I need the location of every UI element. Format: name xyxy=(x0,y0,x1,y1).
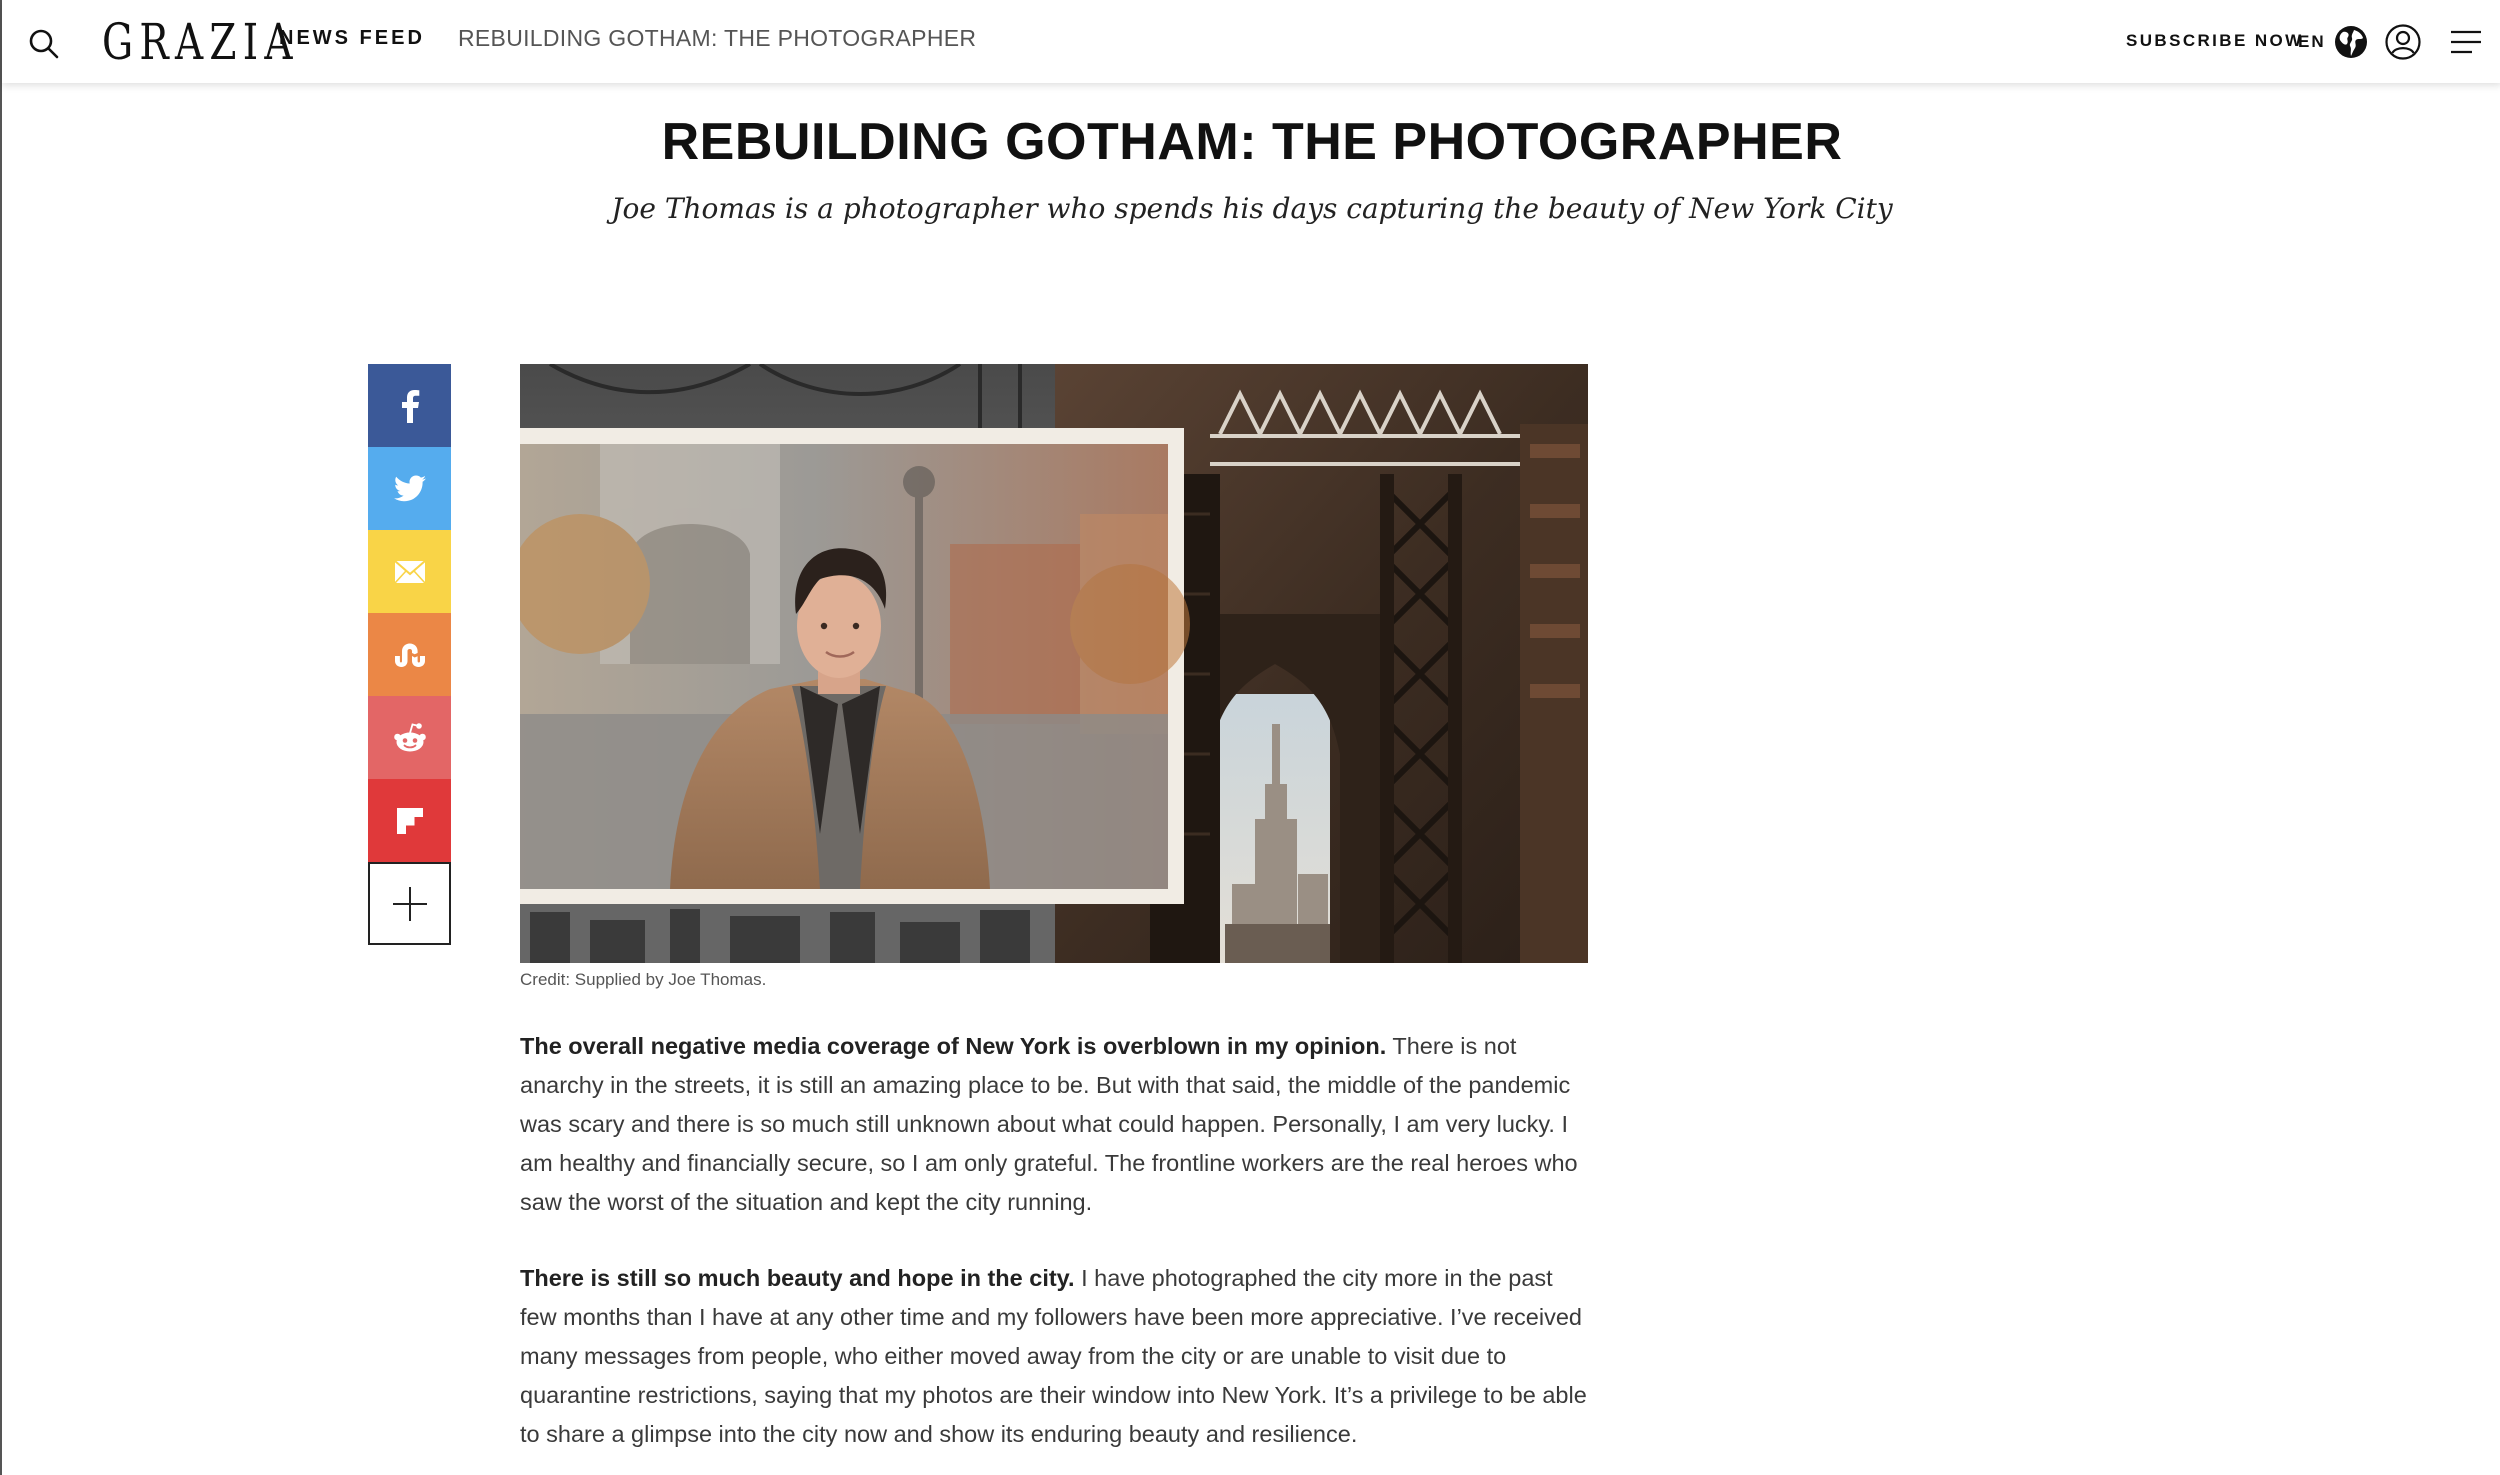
paragraph-text: There is not anarchy in the streets, it … xyxy=(520,1033,1578,1215)
article-hero-image xyxy=(520,364,1588,963)
share-bar xyxy=(368,364,451,945)
language-selector[interactable]: EN xyxy=(2298,24,2368,60)
flipboard-icon xyxy=(396,807,423,834)
top-navigation-bar: GRAZIA NEWS FEED REBUILDING GOTHAM: THE … xyxy=(2,0,2500,83)
stumbleupon-icon xyxy=(394,643,425,667)
language-label: EN xyxy=(2298,32,2326,51)
globe-icon xyxy=(2334,26,2367,58)
account-button[interactable] xyxy=(2384,23,2422,61)
share-reddit-button[interactable] xyxy=(368,696,451,779)
article-paragraph: There is still so much beauty and hope i… xyxy=(520,1259,1590,1454)
news-feed-link[interactable]: NEWS FEED xyxy=(279,27,425,50)
share-email-button[interactable] xyxy=(368,530,451,613)
current-article-breadcrumb: REBUILDING GOTHAM: THE PHOTOGRAPHER xyxy=(458,25,977,51)
reddit-icon xyxy=(393,722,426,751)
search-icon xyxy=(29,29,59,59)
hamburger-menu-icon xyxy=(2451,30,2481,54)
share-facebook-button[interactable] xyxy=(368,364,451,447)
plus-icon xyxy=(392,886,427,921)
twitter-icon xyxy=(393,475,426,501)
grazia-logo[interactable]: GRAZIA xyxy=(102,14,299,70)
image-credit: Credit: Supplied by Joe Thomas. xyxy=(520,970,767,989)
hamburger-menu-button[interactable] xyxy=(2450,27,2482,57)
share-twitter-button[interactable] xyxy=(368,447,451,530)
share-stumbleupon-button[interactable] xyxy=(368,613,451,696)
paragraph-lead: The overall negative media coverage of N… xyxy=(520,1033,1387,1059)
account-icon xyxy=(2385,24,2421,60)
paragraph-lead: There is still so much beauty and hope i… xyxy=(520,1265,1075,1291)
article-title: REBUILDING GOTHAM: THE PHOTOGRAPHER xyxy=(661,113,1843,171)
email-icon xyxy=(393,559,426,584)
share-more-button[interactable] xyxy=(368,862,451,945)
article-standfirst: Joe Thomas is a photographer who spends … xyxy=(611,192,1893,225)
subscribe-now-link[interactable]: SUBSCRIBE NOW xyxy=(2126,31,2304,51)
article-paragraph: The overall negative media coverage of N… xyxy=(520,1027,1590,1222)
share-flipboard-button[interactable] xyxy=(368,779,451,862)
search-button[interactable] xyxy=(26,26,62,62)
facebook-icon xyxy=(401,389,419,423)
paragraph-text: I have photographed the city more in the… xyxy=(520,1265,1587,1447)
